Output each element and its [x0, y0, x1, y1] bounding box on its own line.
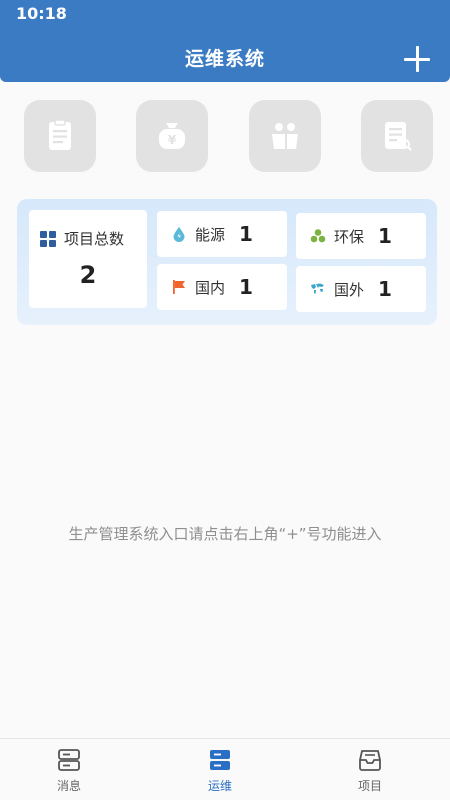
project-total-value: 2	[79, 261, 97, 289]
bottom-nav: 消息 运维 项目	[0, 738, 450, 800]
money-bag-icon: ¥	[159, 123, 185, 149]
clipboard-icon	[49, 119, 71, 150]
nav-projects[interactable]: 项目	[330, 749, 410, 794]
tile-clipboard[interactable]	[24, 100, 96, 172]
energy-cell[interactable]: 能源 1	[157, 211, 287, 257]
overseas-value: 1	[378, 277, 392, 301]
inbox-icon	[359, 750, 381, 771]
svg-text:¥: ¥	[168, 133, 177, 147]
domestic-cell[interactable]: 国内 1	[157, 264, 287, 310]
flag-icon	[173, 280, 185, 294]
stats-card: 项目总数 2 能源 1 环保 1 国内 1 国外 1	[17, 199, 437, 325]
world-map-icon	[311, 283, 324, 294]
tile-document-search[interactable]	[361, 100, 433, 172]
overseas-label: 国外	[334, 280, 365, 299]
domestic-value: 1	[239, 275, 253, 299]
empty-hint: 生产管理系统入口请点击右上角“+”号功能进入	[68, 525, 382, 543]
project-total-label: 项目总数	[64, 230, 125, 248]
overseas-cell[interactable]: 国外 1	[296, 266, 426, 312]
quick-tiles: ¥	[24, 100, 434, 174]
grid-icon	[40, 230, 56, 247]
project-total-cell[interactable]: 项目总数 2	[29, 210, 147, 308]
nav-operations-label: 运维	[207, 779, 232, 793]
water-drop-icon	[173, 227, 185, 242]
page-title: 运维系统	[184, 48, 265, 70]
energy-label: 能源	[195, 225, 226, 244]
nav-messages[interactable]: 消息	[29, 749, 109, 794]
environment-value: 1	[378, 224, 392, 248]
domestic-label: 国内	[195, 278, 226, 297]
nav-projects-label: 项目	[357, 779, 382, 793]
nav-messages-label: 消息	[56, 779, 81, 793]
people-icon	[272, 123, 298, 149]
add-button[interactable]	[404, 46, 432, 74]
document-search-icon	[385, 122, 412, 151]
operations-icon	[210, 750, 230, 770]
environment-cell[interactable]: 环保 1	[296, 213, 426, 259]
tile-finance[interactable]: ¥	[136, 100, 208, 172]
recycle-icon	[310, 229, 326, 243]
status-time: 10:18	[16, 4, 67, 23]
app-header: 10:18 运维系统	[0, 0, 450, 82]
energy-value: 1	[239, 222, 253, 246]
messages-icon	[58, 749, 80, 771]
environment-label: 环保	[334, 227, 365, 246]
nav-operations[interactable]: 运维	[180, 749, 260, 794]
tile-people[interactable]	[249, 100, 321, 172]
